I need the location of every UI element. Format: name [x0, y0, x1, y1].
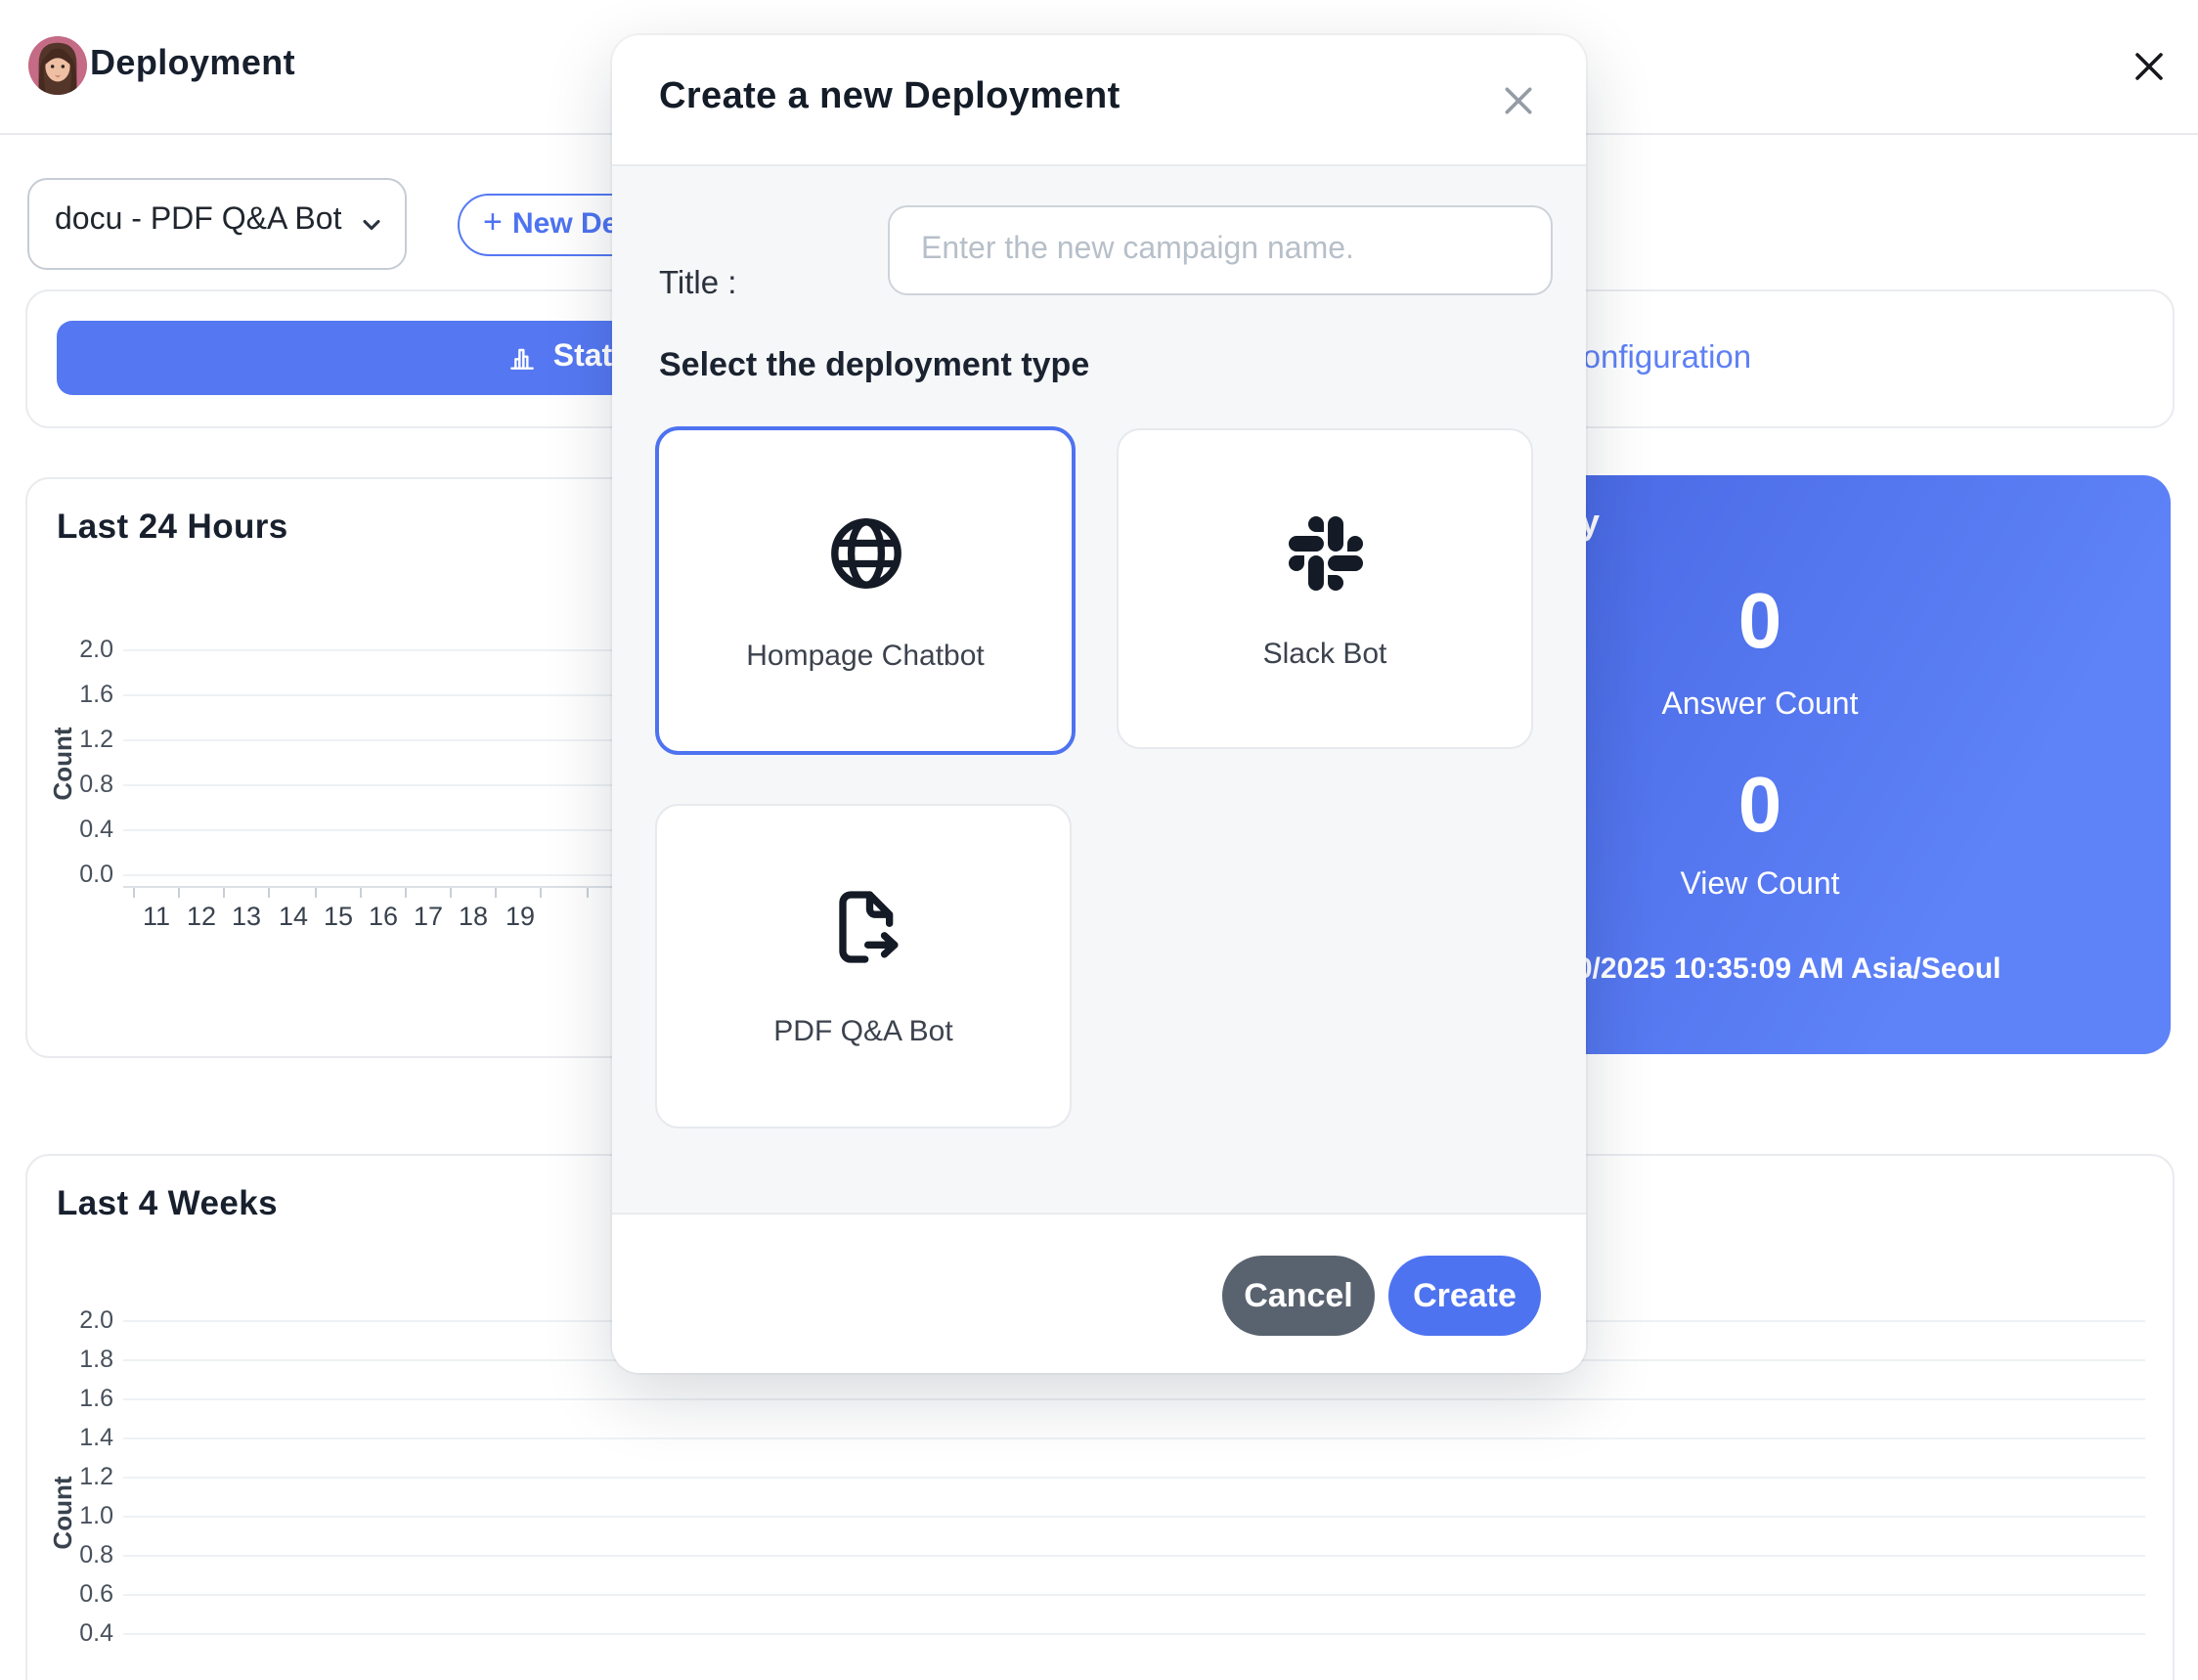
y-tick: 1.6	[47, 681, 113, 708]
type-card-label: PDF Q&A Bot	[657, 1015, 1070, 1048]
bot-selector-value: docu - PDF Q&A Bot	[55, 203, 341, 239]
x-tick: 16	[360, 902, 407, 933]
x-tick: 18	[450, 902, 497, 933]
y-tick: 0.4	[47, 1619, 113, 1647]
tab-configuration-label: Configuration	[1560, 339, 1751, 376]
campaign-name-input[interactable]	[888, 205, 1553, 295]
y-tick: 2.0	[47, 636, 113, 663]
title-field-label: Title :	[659, 266, 736, 303]
x-tick: 12	[178, 902, 225, 933]
chart-title: Last 24 Hours	[57, 507, 288, 548]
x-tick: 11	[133, 902, 180, 933]
type-card-label: Slack Bot	[1119, 638, 1531, 671]
x-tick: 15	[315, 902, 362, 933]
x-tick: 14	[270, 902, 317, 933]
x-tick: 19	[497, 902, 544, 933]
y-tick: 0.8	[47, 771, 113, 798]
type-card-pdf-qa-bot[interactable]: PDF Q&A Bot	[655, 804, 1072, 1128]
y-tick: 0.4	[47, 816, 113, 843]
y-tick: 0.0	[47, 861, 113, 888]
page-title: Deployment	[90, 43, 295, 84]
y-tick: 0.6	[47, 1580, 113, 1608]
y-tick: 0.8	[47, 1541, 113, 1569]
y-tick: 1.8	[47, 1346, 113, 1373]
y-tick: 1.6	[47, 1385, 113, 1412]
modal-close-icon[interactable]	[1502, 84, 1535, 117]
bot-selector[interactable]: docu - PDF Q&A Bot	[27, 178, 407, 270]
plus-icon: +	[483, 203, 503, 243]
app-window: Deployment docu - PDF Q&A Bot + New Depl…	[0, 0, 2198, 1680]
y-tick: 1.4	[47, 1424, 113, 1451]
y-tick: 2.0	[47, 1306, 113, 1334]
bar-chart-icon	[506, 342, 538, 374]
y-tick: 1.0	[47, 1502, 113, 1529]
chart-title: Last 4 Weeks	[57, 1183, 278, 1224]
section-label: Select the deployment type	[659, 346, 1089, 385]
modal-header: Create a new Deployment	[612, 35, 1586, 166]
x-tick: 17	[405, 902, 452, 933]
slack-icon	[1288, 516, 1362, 600]
type-card-label: Hompage Chatbot	[659, 640, 1072, 673]
x-tick: 13	[223, 902, 270, 933]
type-card-homepage-chatbot[interactable]: Hompage Chatbot	[655, 426, 1076, 755]
globe-icon	[824, 512, 906, 604]
type-card-slack-bot[interactable]: Slack Bot	[1117, 428, 1533, 749]
create-deployment-modal: Create a new Deployment Title : input::p…	[612, 35, 1586, 1373]
avatar[interactable]	[27, 35, 88, 96]
close-icon[interactable]	[2133, 51, 2165, 82]
create-button[interactable]: Create	[1388, 1256, 1541, 1336]
modal-footer: Cancel Create	[612, 1213, 1586, 1373]
modal-body: Title : input::placeholder{color:#b7bfc9…	[612, 166, 1586, 1213]
file-export-icon	[820, 884, 906, 980]
y-tick: 1.2	[47, 1463, 113, 1490]
y-tick: 1.2	[47, 726, 113, 753]
cancel-button[interactable]: Cancel	[1222, 1256, 1375, 1336]
modal-title: Create a new Deployment	[659, 76, 1121, 119]
chevron-down-icon	[358, 211, 385, 248]
